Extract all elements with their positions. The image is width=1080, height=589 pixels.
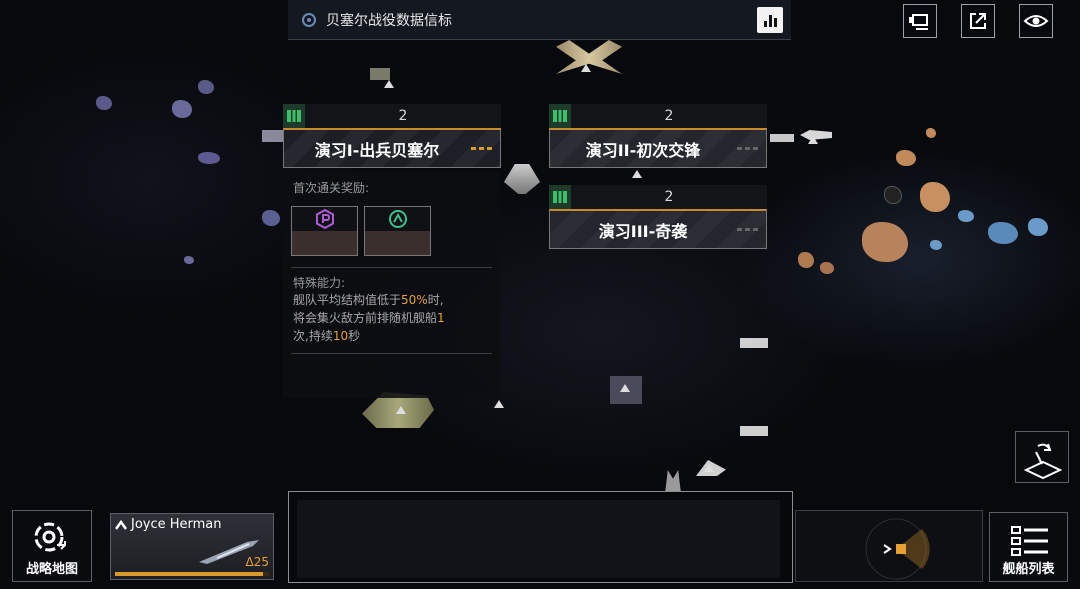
minimap-radar [865,518,930,580]
unit-marker [396,406,406,414]
eye-icon [1023,15,1049,27]
banner-title: 贝塞尔战役数据信标 [326,12,452,29]
mission-title-bar[interactable]: 演习II-初次交锋 [549,128,767,168]
camera-button[interactable] [903,4,937,38]
mission-title-bar[interactable]: 演习I-出兵贝塞尔 [283,128,501,168]
camera-icon [909,14,928,30]
stage-badge-icon [549,104,571,128]
ship [770,134,794,142]
mission-title-bar[interactable]: 演习III-奇袭 [549,209,767,249]
asteroid [988,222,1018,244]
ship [665,470,681,492]
mission-label: 演习II-初次交锋 [585,140,701,160]
external-link-icon [970,13,986,29]
more-icon [737,228,758,231]
strategy-map-label: 战略地图 [25,562,78,577]
map-toggle-button[interactable] [1015,431,1069,483]
unit-marker [384,80,394,88]
unit-marker [808,136,818,144]
mission-count: 2 [664,108,674,124]
ship [504,164,540,194]
mission-details-panel: 首次通关奖励: 特殊能力: 舰队平均结构值低于50%时, 将会集火敌方前排随机舰船… [283,171,500,398]
divider [291,353,492,354]
share-button[interactable] [961,4,995,38]
fleet-list-label: 舰船列表 [1002,562,1055,577]
mission-label: 演习III-奇袭 [598,221,688,241]
stats-button[interactable] [757,7,783,33]
stage-badge-icon [283,104,305,128]
mission-card-3[interactable]: 2 演习III-奇袭 [549,185,767,249]
mission-header: 2 [549,104,767,128]
ship [740,426,768,436]
asteroid [798,252,814,268]
fleet-level: Δ25 [245,555,270,569]
fleet-name-text: Joyce Herman [131,517,222,532]
asteroid [198,152,220,164]
ability-value: 50% [401,293,428,307]
beacon-icon [302,12,316,27]
asteroid [262,210,280,226]
ship [262,130,284,142]
bar-chart-icon [763,21,767,27]
mission-card-2[interactable]: 2 演习II-初次交锋 [549,104,767,168]
asteroid [920,182,950,212]
ship [740,338,768,348]
unit-marker [581,64,591,72]
divider [291,267,492,268]
minimap[interactable] [795,510,983,582]
more-icon [471,147,492,150]
strategy-map-icon [34,522,66,552]
unit-marker [494,400,504,408]
mission-count: 2 [398,108,408,124]
campaign-banner: 贝塞尔战役数据信标 [288,0,791,40]
asteroid [1028,218,1048,236]
asteroid [820,262,834,274]
ability-value: 1 [437,311,445,325]
asteroid [172,100,192,118]
fleet-card[interactable]: Joyce Herman Δ25 [110,513,274,580]
asteroid [896,150,916,166]
view-toggle-button[interactable] [1019,4,1053,38]
mission-header: 2 [549,185,767,209]
ship [370,68,390,80]
reward-item-2[interactable] [364,206,431,256]
stage-badge-icon [549,185,571,209]
asteroid [958,210,974,222]
map-rotate-icon [1023,443,1063,480]
more-icon [737,147,758,150]
unit-marker [704,464,714,472]
unit-marker [632,170,642,178]
fleet-list-button[interactable]: 舰船列表 [989,512,1068,582]
list-icon [1011,526,1048,556]
strategy-map-button[interactable]: 战略地图 [12,510,92,582]
asteroid [930,240,942,250]
mission-label: 演习I-出兵贝塞尔 [314,140,440,160]
fleet-name: Joyce Herman [115,517,222,532]
asteroid [198,80,214,94]
first-clear-reward-title: 首次通关奖励: [293,181,370,195]
asteroid [96,96,112,110]
chevron-up-icon [115,519,127,530]
mission-count: 2 [664,189,674,205]
green-chevron-badge-icon [388,210,407,228]
ability-description: 舰队平均结构值低于50%时, 将会集火敌方前排随机舰船1 次,持续10秒 [293,293,445,343]
unit-marker [620,384,630,392]
reward-item-1[interactable] [291,206,358,256]
asteroid [862,222,908,262]
message-area [297,500,780,578]
asteroid [184,256,194,264]
asteroid [926,128,936,138]
asteroid [884,186,902,204]
fleet-hp-bar [115,572,269,576]
mission-card-1[interactable]: 2 演习I-出兵贝塞尔 [283,104,501,168]
purple-p-badge-icon [315,209,334,229]
ability-title: 特殊能力: [293,276,346,290]
message-panel[interactable] [288,491,793,583]
mission-header: 2 [283,104,501,128]
ability-value: 10 [332,329,349,343]
